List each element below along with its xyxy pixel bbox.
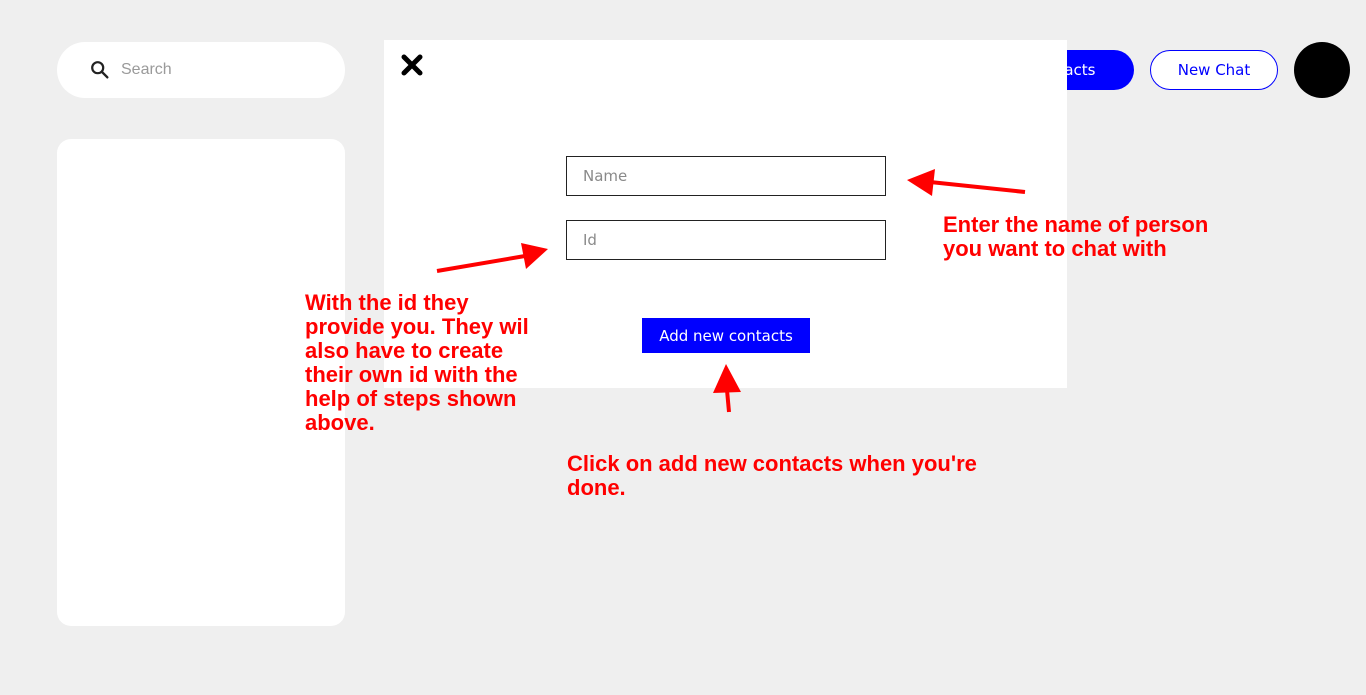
- arrow-to-id-field: [436, 243, 548, 273]
- id-hint-annotation: With the id they provide you. They wil a…: [305, 290, 529, 435]
- arrow-to-name-field: [907, 169, 1026, 196]
- add-hint-annotation: Click on add new contacts when you're do…: [567, 451, 977, 500]
- name-hint-annotation: Enter the name of person you want to cha…: [943, 212, 1209, 261]
- arrow-to-add-button: [713, 364, 741, 413]
- annotation-arrows: [436, 169, 1026, 413]
